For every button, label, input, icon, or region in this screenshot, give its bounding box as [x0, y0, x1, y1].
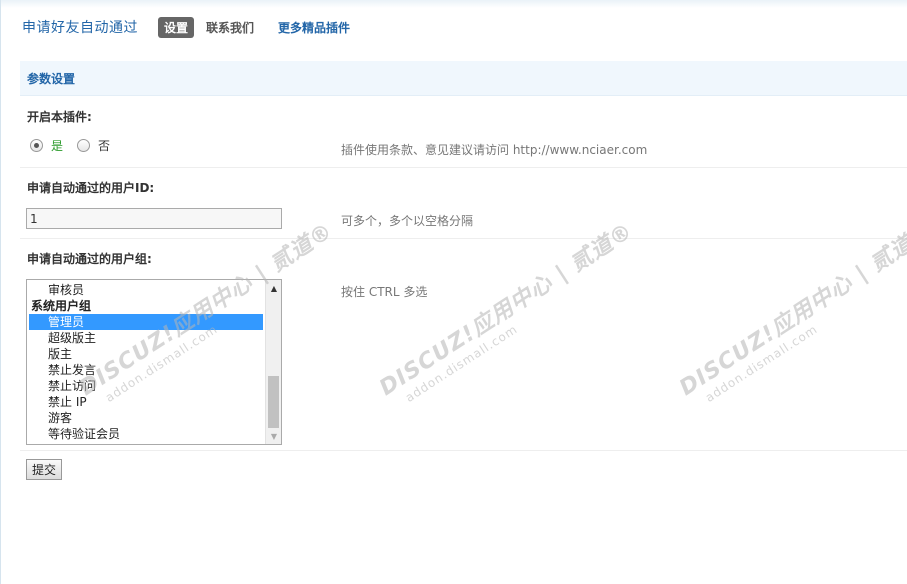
list-option[interactable]: 禁止访问: [29, 378, 263, 394]
list-option[interactable]: 管理员: [29, 314, 263, 330]
list-option[interactable]: 禁止 IP: [29, 394, 263, 410]
scroll-down-arrow-icon[interactable]: ▼: [266, 428, 281, 444]
divider: [20, 167, 907, 168]
scroll-up-arrow-icon[interactable]: ▲: [266, 280, 281, 296]
watermark-url: addon.dismall.com: [702, 321, 821, 405]
radio-no[interactable]: [77, 139, 91, 152]
user-id-label: 申请自动通过的用户ID:: [27, 181, 155, 195]
top-shade: [0, 0, 907, 8]
user-id-hint: 可多个，多个以空格分隔: [341, 214, 474, 228]
enable-radio-group: 是 否: [30, 137, 124, 154]
user-group-label: 申请自动通过的用户组:: [27, 252, 152, 266]
enable-plugin-label: 开启本插件:: [27, 110, 92, 124]
list-option[interactable]: 禁止发言: [29, 362, 263, 378]
header: 申请好友自动通过 设置 联系我们 更多精品插件: [22, 16, 362, 38]
enable-hint: 插件使用条款、意见建议请访问 http://www.nciaer.com: [341, 143, 648, 157]
watermark-logo: DISCUZ!应用中心 | 贰道® addon.dismall.com: [672, 213, 907, 413]
watermark-url: addon.dismall.com: [402, 321, 521, 405]
list-option[interactable]: 超级版主: [29, 330, 263, 346]
watermark-logo: DISCUZ!应用中心 | 贰道® addon.dismall.com: [372, 213, 646, 413]
submit-button[interactable]: 提交: [26, 459, 63, 480]
tab-more-plugins[interactable]: 更多精品插件: [278, 19, 350, 36]
tab-contact-us[interactable]: 联系我们: [206, 19, 254, 36]
radio-yes-label[interactable]: 是: [51, 137, 63, 154]
radio-yes[interactable]: [30, 139, 43, 152]
watermark-text: DISCUZ!应用中心 | 贰道®: [375, 218, 638, 401]
list-group-header: 系统用户组: [31, 299, 92, 313]
list-option[interactable]: 版主: [29, 346, 263, 362]
user-group-options: 审核员 系统用户组 管理员 超级版主 版主 禁止发言 禁止访问 禁止 IP 游客 等待验证会员: [29, 282, 263, 442]
user-group-hint: 按住 CTRL 多选: [341, 285, 428, 299]
watermark-text: DISCUZ!应用中心 | 贰道®: [675, 218, 907, 401]
section-header: 参数设置: [20, 61, 907, 96]
list-option[interactable]: 等待验证会员: [29, 426, 263, 442]
section-title: 参数设置: [27, 71, 76, 86]
list-option[interactable]: 游客: [29, 410, 263, 426]
divider: [20, 450, 907, 451]
scrollbar-thumb[interactable]: [268, 376, 279, 428]
plugin-title: 申请好友自动通过: [22, 20, 138, 36]
listbox-scrollbar[interactable]: ▲ ▼: [265, 280, 281, 444]
user-group-listbox[interactable]: 审核员 系统用户组 管理员 超级版主 版主 禁止发言 禁止访问 禁止 IP 游客 等待验证会员 ▲…: [26, 279, 282, 445]
list-option[interactable]: 审核员: [29, 282, 263, 298]
left-edge: [0, 0, 1, 584]
radio-no-label[interactable]: 否: [98, 137, 110, 154]
tab-settings[interactable]: 设置: [158, 16, 195, 38]
divider: [20, 238, 907, 239]
user-id-input[interactable]: [26, 208, 282, 229]
